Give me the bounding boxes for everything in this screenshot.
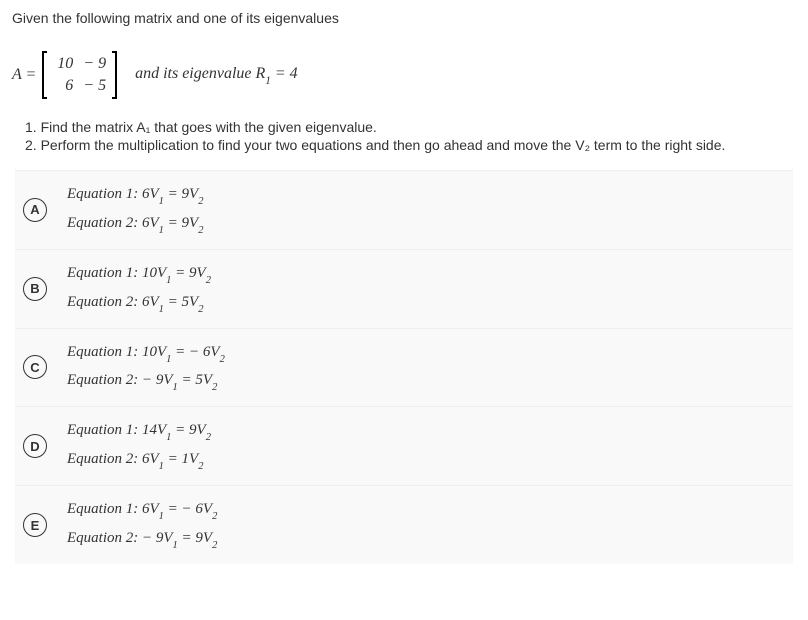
equation-2: Equation 2: − 9V1 = 5V2 [67, 367, 225, 396]
option-content: Equation 1: 14V1 = 9V2Equation 2: 6V1 = … [67, 417, 211, 475]
matrix-label: A = [12, 66, 36, 84]
matrix-cell-r1c1: 10 [53, 55, 73, 73]
equation-1: Equation 1: 6V1 = 9V2 [67, 181, 203, 210]
instruction-1: 1. Find the matrix A₁ that goes with the… [25, 119, 783, 135]
equation-2: Equation 2: 6V1 = 5V2 [67, 289, 211, 318]
option-d[interactable]: D Equation 1: 14V1 = 9V2Equation 2: 6V1 =… [15, 406, 793, 485]
option-content: Equation 1: 10V1 = − 6V2Equation 2: − 9V… [67, 339, 225, 397]
matrix-cell-r2c2: − 5 [83, 77, 106, 95]
equation-2: Equation 2: 6V1 = 1V2 [67, 446, 211, 475]
matrix-cell-r1c2: − 9 [83, 55, 106, 73]
equation-2: Equation 2: − 9V1 = 9V2 [67, 525, 217, 554]
equation-1: Equation 1: 6V1 = − 6V2 [67, 496, 217, 525]
matrix-cell-r2c1: 6 [53, 77, 73, 95]
option-label: C [23, 355, 47, 379]
option-label: D [23, 434, 47, 458]
instruction-2: 2. Perform the multiplication to find yo… [25, 137, 783, 153]
equation-1: Equation 1: 14V1 = 9V2 [67, 417, 211, 446]
eigenvalue-text: and its eigenvalue R1 = 4 [135, 65, 298, 85]
eigenvalue-prefix: and its eigenvalue R [135, 65, 265, 82]
equation-1: Equation 1: 10V1 = − 6V2 [67, 339, 225, 368]
option-label: E [23, 513, 47, 537]
option-label: B [23, 277, 47, 301]
instructions: 1. Find the matrix A₁ that goes with the… [0, 119, 808, 165]
matrix-grid: 10 − 9 6 − 5 [47, 51, 112, 99]
option-content: Equation 1: 6V1 = 9V2Equation 2: 6V1 = 9… [67, 181, 203, 239]
equation-1: Equation 1: 10V1 = 9V2 [67, 260, 211, 289]
option-c[interactable]: C Equation 1: 10V1 = − 6V2Equation 2: − 9… [15, 328, 793, 407]
option-a[interactable]: A Equation 1: 6V1 = 9V2Equation 2: 6V1 = … [15, 170, 793, 249]
equation-2: Equation 2: 6V1 = 9V2 [67, 210, 203, 239]
question-intro: Given the following matrix and one of it… [0, 0, 808, 36]
option-b[interactable]: B Equation 1: 10V1 = 9V2Equation 2: 6V1 =… [15, 249, 793, 328]
matrix-display: 10 − 9 6 − 5 [42, 51, 117, 99]
eigenvalue-suffix: = 4 [271, 65, 298, 82]
bracket-right-icon [112, 51, 117, 99]
option-content: Equation 1: 6V1 = − 6V2Equation 2: − 9V1… [67, 496, 217, 554]
matrix-section: A = 10 − 9 6 − 5 and its eigenvalue R1 =… [0, 36, 808, 119]
option-e[interactable]: E Equation 1: 6V1 = − 6V2Equation 2: − 9V… [15, 485, 793, 564]
bracket-left-icon [42, 51, 47, 99]
option-content: Equation 1: 10V1 = 9V2Equation 2: 6V1 = … [67, 260, 211, 318]
eigenvalue-sub: 1 [265, 75, 271, 87]
option-label: A [23, 198, 47, 222]
options-list: AEquation 1: 6V1 = 9V2Equation 2: 6V1 = … [0, 165, 808, 569]
